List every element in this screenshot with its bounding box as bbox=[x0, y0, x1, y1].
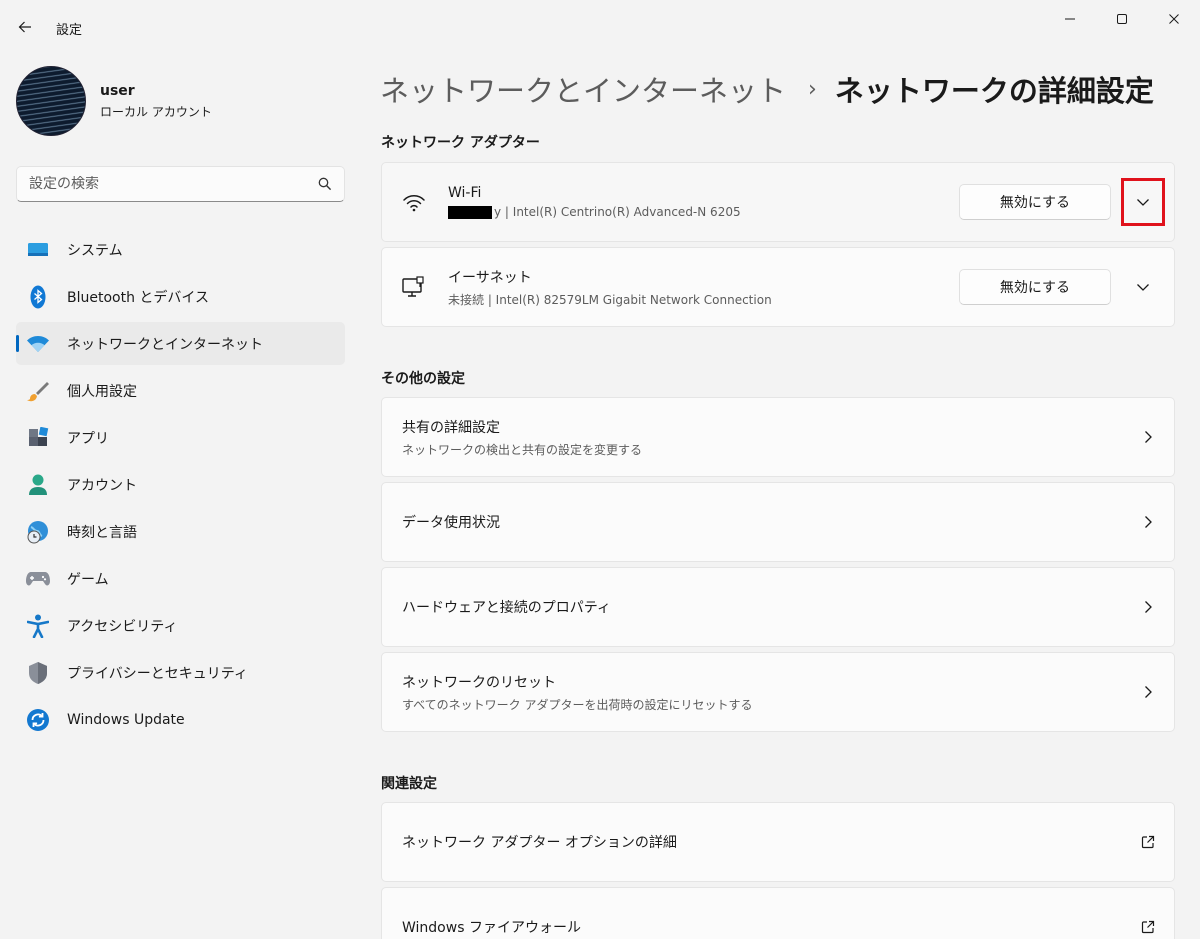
hardware-connection-properties[interactable]: ハードウェアと接続のプロパティ bbox=[381, 567, 1175, 647]
disable-button[interactable]: 無効にする bbox=[959, 269, 1111, 305]
account-type: ローカル アカウント bbox=[100, 104, 212, 119]
accessibility-icon bbox=[26, 614, 50, 638]
close-button[interactable] bbox=[1156, 6, 1192, 32]
breadcrumb-separator: › bbox=[808, 76, 817, 102]
title-bar: 設定 bbox=[0, 0, 1200, 52]
sidebar-item-bluetooth[interactable]: Bluetooth とデバイス bbox=[16, 275, 345, 318]
chevron-right-icon bbox=[1128, 587, 1168, 627]
breadcrumb-parent[interactable]: ネットワークとインターネット bbox=[380, 68, 786, 110]
chevron-down-icon bbox=[1137, 199, 1149, 206]
search-input[interactable] bbox=[29, 176, 318, 192]
sidebar-item-privacy[interactable]: プライバシーとセキュリティ bbox=[16, 651, 345, 694]
link-title: 共有の詳細設定 bbox=[402, 419, 500, 436]
sidebar-item-label: 個人用設定 bbox=[67, 383, 137, 400]
sidebar-item-label: アカウント bbox=[67, 477, 137, 494]
section-title-adapters: ネットワーク アダプター bbox=[381, 135, 540, 151]
adapter-name: イーサネット bbox=[448, 269, 532, 286]
adapter-card-wifi[interactable]: Wi-Fi y | Intel(R) Centrino(R) Advanced-… bbox=[381, 162, 1175, 242]
sidebar-item-gaming[interactable]: ゲーム bbox=[16, 557, 345, 600]
sidebar-item-apps[interactable]: アプリ bbox=[16, 416, 345, 459]
sidebar-item-label: ネットワークとインターネット bbox=[67, 336, 263, 353]
shield-icon bbox=[26, 661, 50, 685]
minimize-icon bbox=[1065, 18, 1075, 20]
sidebar-item-label: ゲーム bbox=[67, 571, 109, 588]
sidebar-nav: システム Bluetooth とデバイス ネットワークとインターネット 個人用設… bbox=[16, 228, 345, 745]
adapter-card-ethernet[interactable]: イーサネット 未接続 | Intel(R) 82579LM Gigabit Ne… bbox=[381, 247, 1175, 327]
close-icon bbox=[1169, 14, 1179, 24]
sidebar-item-time-language[interactable]: 時刻と言語 bbox=[16, 510, 345, 553]
adapter-description: y | Intel(R) Centrino(R) Advanced-N 6205 bbox=[494, 205, 741, 219]
sidebar-item-label: 時刻と言語 bbox=[67, 524, 137, 541]
link-subtitle: ネットワークの検出と共有の設定を変更する bbox=[402, 442, 643, 457]
data-usage[interactable]: データ使用状況 bbox=[381, 482, 1175, 562]
sidebar-item-label: Bluetooth とデバイス bbox=[67, 289, 209, 306]
sidebar-item-label: システム bbox=[67, 242, 123, 259]
redacted-text bbox=[448, 205, 492, 219]
network-reset[interactable]: ネットワークのリセット すべてのネットワーク アダプターを出荷時の設定にリセット… bbox=[381, 652, 1175, 732]
update-icon bbox=[26, 708, 50, 732]
brush-icon bbox=[26, 379, 50, 403]
user-name: user bbox=[100, 82, 135, 99]
external-link-icon bbox=[1128, 822, 1168, 862]
chevron-down-icon bbox=[1137, 284, 1149, 291]
bluetooth-icon bbox=[26, 285, 50, 309]
sidebar-item-accessibility[interactable]: アクセシビリティ bbox=[16, 604, 345, 647]
expand-button-wifi[interactable] bbox=[1121, 178, 1165, 226]
sidebar-item-network[interactable]: ネットワークとインターネット bbox=[16, 322, 345, 365]
link-title: Windows ファイアウォール bbox=[402, 920, 581, 936]
avatar[interactable] bbox=[16, 66, 86, 136]
link-title: ネットワークのリセット bbox=[402, 674, 556, 691]
adapter-options[interactable]: ネットワーク アダプター オプションの詳細 bbox=[381, 802, 1175, 882]
network-icon bbox=[26, 332, 50, 356]
app-title: 設定 bbox=[56, 23, 83, 38]
ethernet-icon bbox=[402, 275, 426, 299]
breadcrumb: ネットワークとインターネット › ネットワークの詳細設定 bbox=[380, 68, 1154, 110]
section-title-related: 関連設定 bbox=[381, 776, 437, 792]
advanced-sharing-settings[interactable]: 共有の詳細設定 ネットワークの検出と共有の設定を変更する bbox=[381, 397, 1175, 477]
back-arrow-icon bbox=[18, 21, 31, 33]
sidebar-item-label: プライバシーとセキュリティ bbox=[67, 665, 248, 682]
back-button[interactable] bbox=[12, 14, 38, 40]
gamepad-icon bbox=[26, 567, 50, 591]
system-icon bbox=[26, 238, 50, 262]
sidebar-item-personalization[interactable]: 個人用設定 bbox=[16, 369, 345, 412]
windows-firewall[interactable]: Windows ファイアウォール bbox=[381, 887, 1175, 939]
link-title: ネットワーク アダプター オプションの詳細 bbox=[402, 835, 677, 851]
search-icon[interactable] bbox=[318, 177, 332, 191]
link-title: ハードウェアと接続のプロパティ bbox=[402, 600, 611, 616]
sidebar-item-accounts[interactable]: アカウント bbox=[16, 463, 345, 506]
sidebar-item-label: アプリ bbox=[67, 430, 109, 447]
maximize-button[interactable] bbox=[1104, 6, 1140, 32]
sidebar-item-system[interactable]: システム bbox=[16, 228, 345, 271]
minimize-button[interactable] bbox=[1052, 6, 1088, 32]
chevron-right-icon bbox=[1128, 417, 1168, 457]
sidebar-item-windows-update[interactable]: Windows Update bbox=[16, 698, 345, 741]
wifi-icon bbox=[402, 190, 426, 214]
user-profile[interactable]: user ローカル アカウント bbox=[16, 66, 212, 136]
maximize-icon bbox=[1117, 14, 1127, 24]
chevron-right-icon bbox=[1128, 672, 1168, 712]
link-title: データ使用状況 bbox=[402, 515, 500, 531]
apps-icon bbox=[26, 426, 50, 450]
expand-button-ethernet[interactable] bbox=[1121, 263, 1165, 311]
adapter-name: Wi-Fi bbox=[448, 185, 482, 201]
disable-button[interactable]: 無効にする bbox=[959, 184, 1111, 220]
globe-clock-icon bbox=[26, 520, 50, 544]
section-title-other: その他の設定 bbox=[381, 371, 465, 387]
page-title: ネットワークの詳細設定 bbox=[834, 74, 1154, 108]
external-link-icon bbox=[1128, 907, 1168, 939]
search-box[interactable] bbox=[16, 166, 345, 202]
link-subtitle: すべてのネットワーク アダプターを出荷時の設定にリセットする bbox=[402, 697, 753, 712]
sidebar-item-label: アクセシビリティ bbox=[67, 618, 178, 635]
sidebar-item-label: Windows Update bbox=[67, 711, 185, 728]
account-icon bbox=[26, 473, 50, 497]
chevron-right-icon bbox=[1128, 502, 1168, 542]
adapter-description: 未接続 | Intel(R) 82579LM Gigabit Network C… bbox=[448, 292, 772, 307]
